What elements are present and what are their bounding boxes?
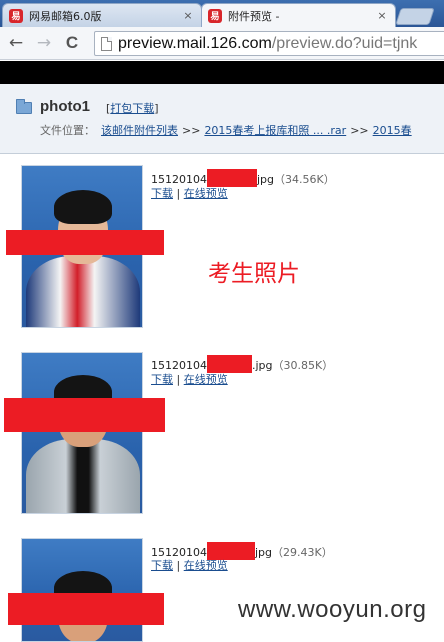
file-actions: 下载 | 在线预览	[151, 371, 228, 387]
redaction-block	[8, 593, 164, 625]
tab-attachment-preview[interactable]: 易 附件预览 - ×	[201, 3, 396, 27]
back-arrow-icon[interactable]: ←	[4, 31, 28, 55]
browser-toolbar: ← → C preview.mail.126.com/preview.do?ui…	[0, 27, 444, 60]
tab-strip: 易 网易邮箱6.0版 × 易 附件预览 - ×	[0, 0, 444, 27]
pack-download-label: 打包下载	[110, 102, 155, 115]
163-logo-icon: 易	[208, 8, 222, 23]
breadcrumb-separator: >>	[182, 124, 201, 137]
close-icon[interactable]: ×	[375, 9, 389, 22]
breadcrumb-folder[interactable]: 2015春	[373, 124, 412, 137]
online-preview-link[interactable]: 在线预览	[184, 187, 228, 200]
download-link[interactable]: 下载	[151, 373, 173, 386]
breadcrumb-rar[interactable]: 2015春考上报库和照 ... .rar	[204, 124, 346, 137]
breadcrumb-attachment-list[interactable]: 该邮件附件列表	[101, 124, 178, 137]
file-extension: jpg	[255, 546, 273, 559]
file-actions: 下载 | 在线预览	[151, 557, 228, 573]
folder-icon	[16, 99, 32, 114]
file-size: （30.85K）	[272, 359, 334, 372]
pack-download-link[interactable]: [打包下载]	[106, 100, 159, 116]
close-icon[interactable]: ×	[181, 9, 195, 22]
file-location: 文件位置： 该邮件附件列表 >> 2015春考上报库和照 ... .rar >> 2015…	[40, 122, 412, 138]
163-logo-icon: 易	[9, 8, 23, 23]
tab-title: 附件预览 -	[228, 9, 280, 23]
file-extension: .jpg	[252, 359, 273, 372]
action-separator: |	[176, 187, 181, 200]
attachment-header: photo1 [打包下载] 文件位置： 该邮件附件列表 >> 2015春考上报库和照 …	[0, 84, 444, 154]
address-bar[interactable]: preview.mail.126.com/preview.do?uid=tjnk	[94, 31, 444, 56]
page-icon	[101, 36, 112, 51]
hair	[54, 190, 112, 224]
online-preview-link[interactable]: 在线预览	[184, 559, 228, 572]
file-extension: jpg	[257, 173, 275, 186]
attachment-name: photo1	[40, 98, 90, 115]
download-link[interactable]: 下载	[151, 559, 173, 572]
forward-arrow-icon[interactable]: →	[32, 31, 56, 55]
redacted-bar	[0, 61, 444, 84]
file-actions: 下载 | 在线预览	[151, 185, 228, 201]
photo-thumbnail[interactable]	[21, 538, 143, 642]
tab-title: 网易邮箱6.0版	[29, 9, 102, 23]
online-preview-link[interactable]: 在线预览	[184, 373, 228, 386]
photo-thumbnail[interactable]	[21, 352, 143, 514]
watermark: www.wooyun.org	[238, 596, 427, 623]
redaction-block	[4, 398, 165, 432]
tab-mail[interactable]: 易 网易邮箱6.0版 ×	[2, 3, 202, 27]
file-size: （34.56K）	[274, 173, 335, 186]
jacket	[26, 256, 140, 327]
new-tab-button[interactable]	[395, 8, 435, 25]
jacket	[26, 439, 140, 513]
reload-icon[interactable]: C	[60, 31, 84, 55]
url-text: preview.mail.126.com/preview.do?uid=tjnk	[118, 35, 417, 53]
download-link[interactable]: 下载	[151, 187, 173, 200]
redaction-block	[6, 230, 164, 255]
url-path: /preview.do?uid=tjnk	[271, 34, 418, 52]
action-separator: |	[176, 559, 181, 572]
breadcrumb-separator: >>	[350, 124, 369, 137]
file-size: （29.43K）	[272, 546, 333, 559]
url-host: preview.mail.126.com	[118, 34, 272, 52]
location-label: 文件位置：	[40, 124, 95, 137]
action-separator: |	[176, 373, 181, 386]
annotation-label: 考生照片	[208, 261, 300, 287]
